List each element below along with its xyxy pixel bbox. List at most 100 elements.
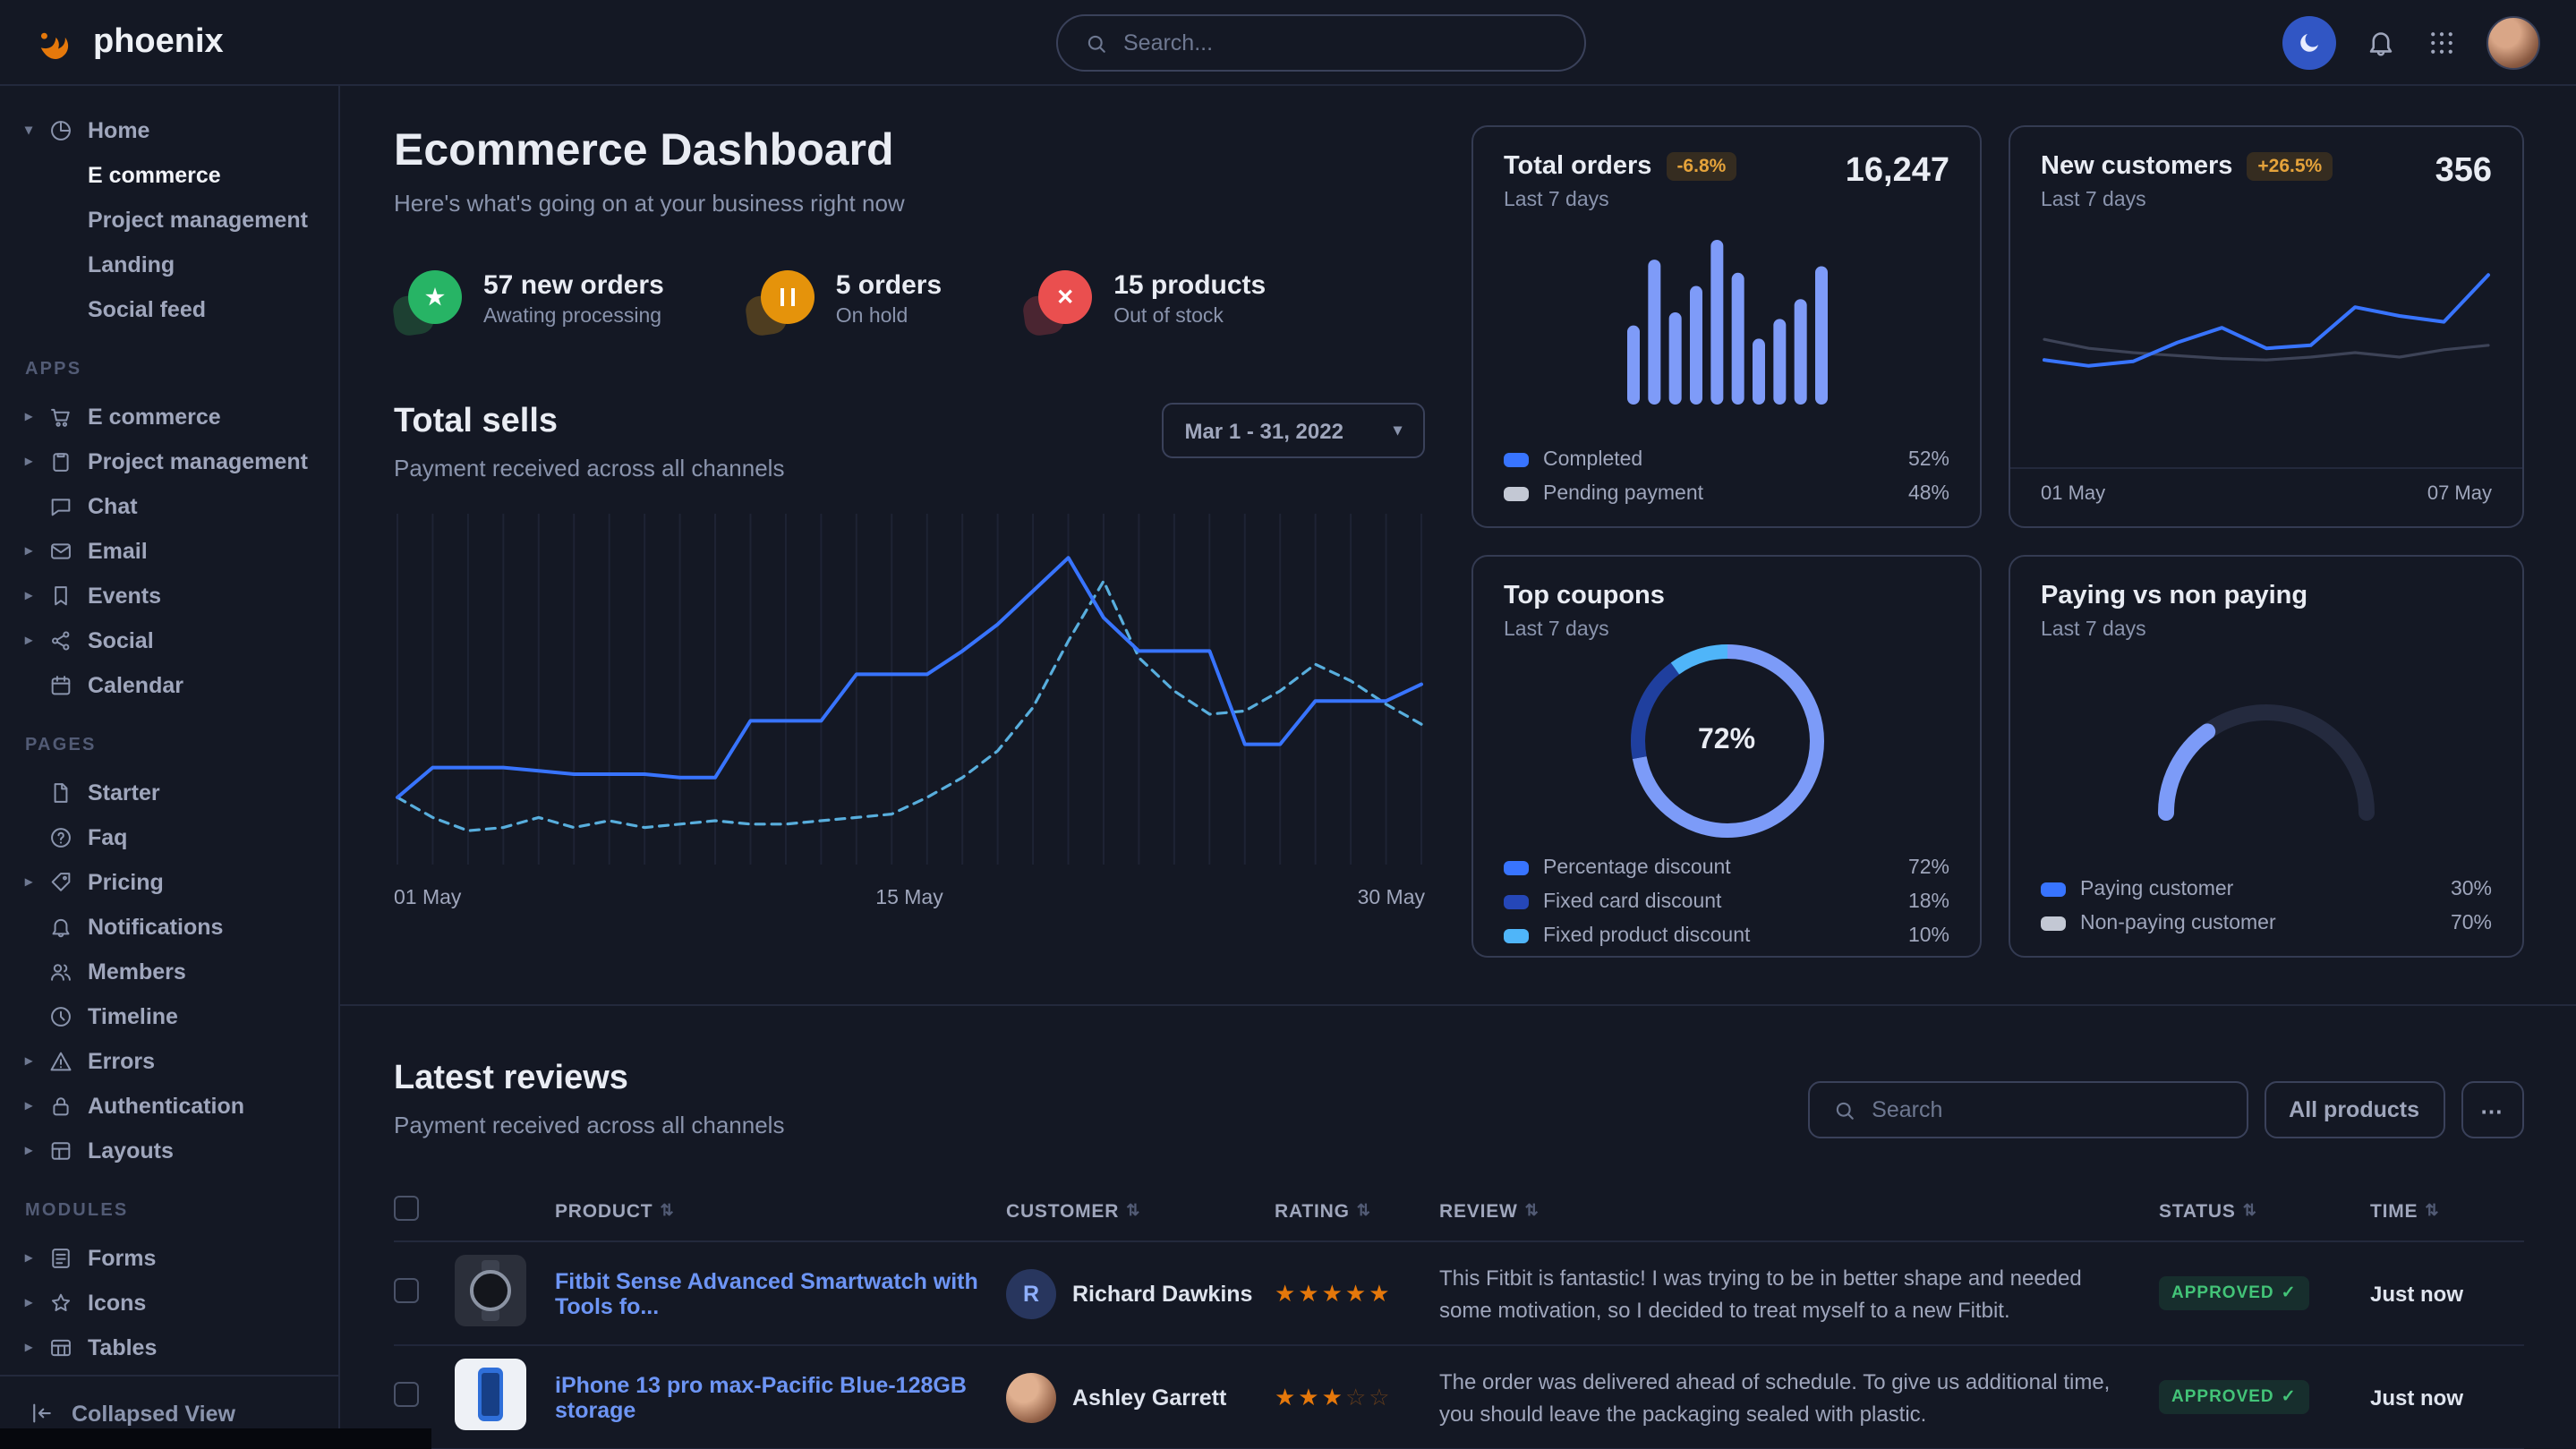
bell-icon: [2365, 26, 2397, 58]
product-link[interactable]: iPhone 13 pro max-Pacific Blue-128GB sto…: [555, 1372, 1006, 1422]
sidebar-nav: ▾HomeE commerceProject managementLanding…: [0, 86, 338, 1375]
share-icon: [48, 627, 73, 652]
alert-icon: [48, 1048, 73, 1073]
sidebar-item-events[interactable]: ▸Events: [25, 573, 320, 618]
sidebar-item-errors[interactable]: ▸Errors: [25, 1038, 320, 1083]
column-header-status[interactable]: STATUS⇅: [2159, 1200, 2370, 1222]
legend-item: Percentage discount72%: [1504, 857, 1949, 879]
sidebar-item-layouts[interactable]: ▸Layouts: [25, 1128, 320, 1172]
legend: Completed52%Pending payment48%: [1504, 437, 1949, 505]
chevron-right-icon: ▸: [25, 587, 48, 603]
global-search-input[interactable]: [1123, 30, 1558, 55]
all-products-button[interactable]: All products: [2264, 1081, 2444, 1138]
global-search[interactable]: [1055, 14, 1585, 72]
sidebar-item-tables[interactable]: ▸Tables: [25, 1325, 320, 1369]
paying-gauge-chart: [2141, 680, 2392, 823]
product-image[interactable]: [455, 1359, 526, 1430]
column-header-rating[interactable]: RATING⇅: [1275, 1200, 1439, 1222]
more-options-button[interactable]: ⋯: [2461, 1081, 2524, 1138]
star-icon: ★: [408, 270, 462, 324]
card-title: Paying vs non paying: [2041, 582, 2307, 610]
stats-row: ★57 new ordersAwating processing5 orders…: [394, 270, 1425, 335]
total-orders-value: 16,247: [1846, 152, 1949, 192]
row-checkbox[interactable]: [394, 1278, 419, 1303]
legend-item: Fixed product discount10%: [1504, 925, 1949, 947]
sidebar-item-landing[interactable]: Landing: [25, 242, 320, 286]
brand-logo[interactable]: phoenix: [32, 19, 224, 65]
top-navbar: phoenix: [0, 0, 2576, 86]
tag-icon: [48, 869, 73, 894]
sidebar-item-social-feed[interactable]: Social feed: [25, 286, 320, 331]
sidebar-item-calendar[interactable]: Calendar: [25, 662, 320, 707]
search-icon: [1082, 30, 1109, 56]
sidebar-item-email[interactable]: ▸Email: [25, 528, 320, 573]
mail-icon: [48, 538, 73, 563]
total-sells-subtitle: Payment received across all channels: [394, 455, 784, 482]
column-header-time[interactable]: TIME⇅: [2370, 1200, 2524, 1222]
column-header-customer[interactable]: CUSTOMER⇅: [1006, 1200, 1275, 1222]
reviews-search[interactable]: [1807, 1081, 2248, 1138]
sidebar-item-home[interactable]: ▾Home: [25, 107, 320, 152]
pause-icon: [761, 270, 815, 324]
select-all-checkbox[interactable]: [394, 1196, 419, 1221]
chevron-right-icon: ▸: [25, 542, 48, 558]
total-sells-chart: [394, 510, 1425, 868]
sidebar-item-pricing[interactable]: ▸Pricing: [25, 859, 320, 904]
customer-avatar[interactable]: [1006, 1372, 1056, 1422]
chevron-down-icon: ▾: [25, 122, 48, 138]
chevron-down-icon: ▾: [1394, 421, 1402, 440]
sidebar-item-forms[interactable]: ▸Forms: [25, 1235, 320, 1280]
sidebar-item-members[interactable]: Members: [25, 949, 320, 993]
status-badge: APPROVED ✓: [2159, 1380, 2309, 1414]
card-total-orders: Total orders -6.8% Last 7 days 16,247 Co…: [1471, 125, 1982, 528]
bottom-strip: [0, 1428, 431, 1449]
review-text: This Fitbit is fantastic! I was trying t…: [1439, 1261, 2159, 1325]
theme-toggle-button[interactable]: [2282, 15, 2336, 69]
customer-name: Richard Dawkins: [1072, 1281, 1252, 1306]
column-header-product[interactable]: PRODUCT⇅: [555, 1200, 1006, 1222]
legend-item: Pending payment48%: [1504, 483, 1949, 505]
row-checkbox[interactable]: [394, 1382, 419, 1407]
review-text: The order was delivered ahead of schedul…: [1439, 1365, 2159, 1429]
page-icon: [48, 780, 73, 805]
calendar-icon: [48, 672, 73, 697]
sidebar-item-icons[interactable]: ▸Icons: [25, 1280, 320, 1325]
customer-avatar[interactable]: R: [1006, 1268, 1056, 1318]
sidebar-item-social[interactable]: ▸Social: [25, 618, 320, 662]
question-icon: [48, 824, 73, 849]
sidebar-item-project-management[interactable]: ▸Project management: [25, 439, 320, 483]
sidebar-item-e-commerce[interactable]: ▸E commerce: [25, 394, 320, 439]
sidebar-item-e-commerce[interactable]: E commerce: [25, 152, 320, 197]
sidebar-item-authentication[interactable]: ▸Authentication: [25, 1083, 320, 1128]
sidebar-item-timeline[interactable]: Timeline: [25, 993, 320, 1038]
notifications-button[interactable]: [2365, 26, 2397, 58]
sidebar-item-project-management[interactable]: Project management: [25, 197, 320, 242]
chevron-right-icon: ▸: [25, 1142, 48, 1158]
chevron-right-icon: ▸: [25, 1249, 48, 1266]
clipboard-icon: [48, 448, 73, 473]
kpi-cards: Total orders -6.8% Last 7 days 16,247 Co…: [1471, 125, 2524, 958]
product-image[interactable]: [455, 1255, 526, 1326]
review-row[interactable]: iPhone 13 pro max-Pacific Blue-128GB sto…: [394, 1346, 2524, 1449]
collapse-icon: [29, 1400, 55, 1427]
sidebar-item-chat[interactable]: Chat: [25, 483, 320, 528]
user-avatar[interactable]: [2486, 15, 2540, 69]
review-row[interactable]: Fitbit Sense Advanced Smartwatch with To…: [394, 1242, 2524, 1346]
date-range-select[interactable]: Mar 1 - 31, 2022 ▾: [1161, 403, 1425, 458]
sidebar-item-notifications[interactable]: Notifications: [25, 904, 320, 949]
product-link[interactable]: Fitbit Sense Advanced Smartwatch with To…: [555, 1268, 1006, 1318]
chat-icon: [48, 493, 73, 518]
sidebar-item-starter[interactable]: Starter: [25, 770, 320, 814]
chevron-right-icon: ▸: [25, 1339, 48, 1355]
sidebar-item-faq[interactable]: Faq: [25, 814, 320, 859]
reviews-search-input[interactable]: [1872, 1097, 2224, 1122]
brand-name: phoenix: [93, 22, 224, 62]
chevron-right-icon: ▸: [25, 453, 48, 469]
review-time: Just now: [2370, 1385, 2524, 1410]
rating-stars: ★★★★★: [1275, 1279, 1439, 1308]
stat-out-of-stock: ✕15 productsOut of stock: [1024, 270, 1266, 335]
apps-grid-button[interactable]: [2426, 26, 2458, 58]
reviews-title: Latest reviews: [394, 1060, 784, 1099]
column-header-review[interactable]: REVIEW⇅: [1439, 1200, 2159, 1222]
stat-awating-processing: ★57 new ordersAwating processing: [394, 270, 664, 335]
